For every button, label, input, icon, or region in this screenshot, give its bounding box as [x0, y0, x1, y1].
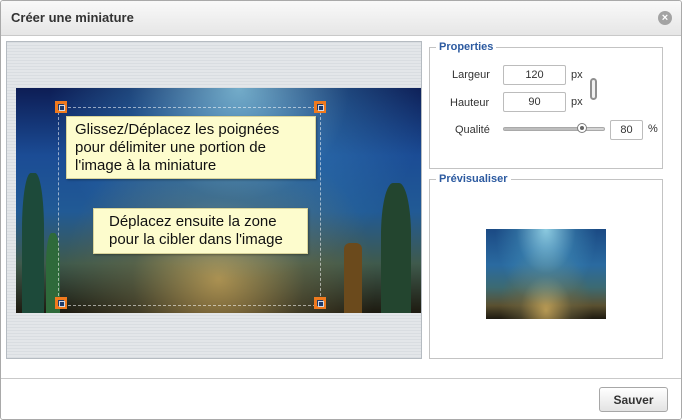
seaweed-decoration	[22, 173, 44, 313]
close-icon[interactable]: ×	[658, 11, 672, 25]
quality-label: Qualité	[455, 124, 490, 136]
tube-decoration	[344, 243, 362, 313]
preview-legend: Prévisualiser	[439, 173, 508, 185]
tooltip-resize-handles: Glissez/Déplacez les poignées pour délim…	[66, 116, 316, 179]
height-unit: px	[571, 96, 583, 108]
create-thumbnail-dialog: Créer une miniature × ✥ Glissez/Déplacez…	[0, 0, 682, 420]
save-button[interactable]: Sauver	[599, 387, 668, 412]
tooltip-move-zone: Déplacez ensuite la zone pour la cibler …	[93, 208, 308, 254]
seaweed-decoration	[381, 183, 411, 313]
width-unit: px	[571, 69, 583, 81]
quality-unit: %	[648, 123, 658, 135]
crop-handle-top-right[interactable]	[314, 101, 326, 113]
dialog-title: Créer une miniature	[11, 10, 134, 25]
width-label: Largeur	[452, 69, 490, 81]
quality-slider[interactable]	[503, 123, 605, 133]
quality-slider-fill	[504, 128, 582, 130]
quality-slider-thumb[interactable]	[577, 123, 587, 133]
thumbnail-preview-image	[486, 229, 606, 319]
crop-handle-top-left[interactable]	[55, 101, 67, 113]
width-input[interactable]	[503, 65, 566, 85]
height-label: Hauteur	[450, 97, 490, 109]
aspect-ratio-lock-icon[interactable]	[590, 78, 597, 100]
crop-editor: ✥	[6, 41, 422, 359]
crop-handle-bottom-right[interactable]	[314, 297, 326, 309]
height-input[interactable]	[503, 92, 566, 112]
title-bar: Créer une miniature ×	[1, 1, 681, 36]
crop-handle-bottom-left[interactable]	[55, 297, 67, 309]
quality-input[interactable]	[610, 120, 643, 140]
dialog-footer: Sauver	[1, 378, 681, 419]
properties-legend: Properties	[439, 41, 494, 53]
